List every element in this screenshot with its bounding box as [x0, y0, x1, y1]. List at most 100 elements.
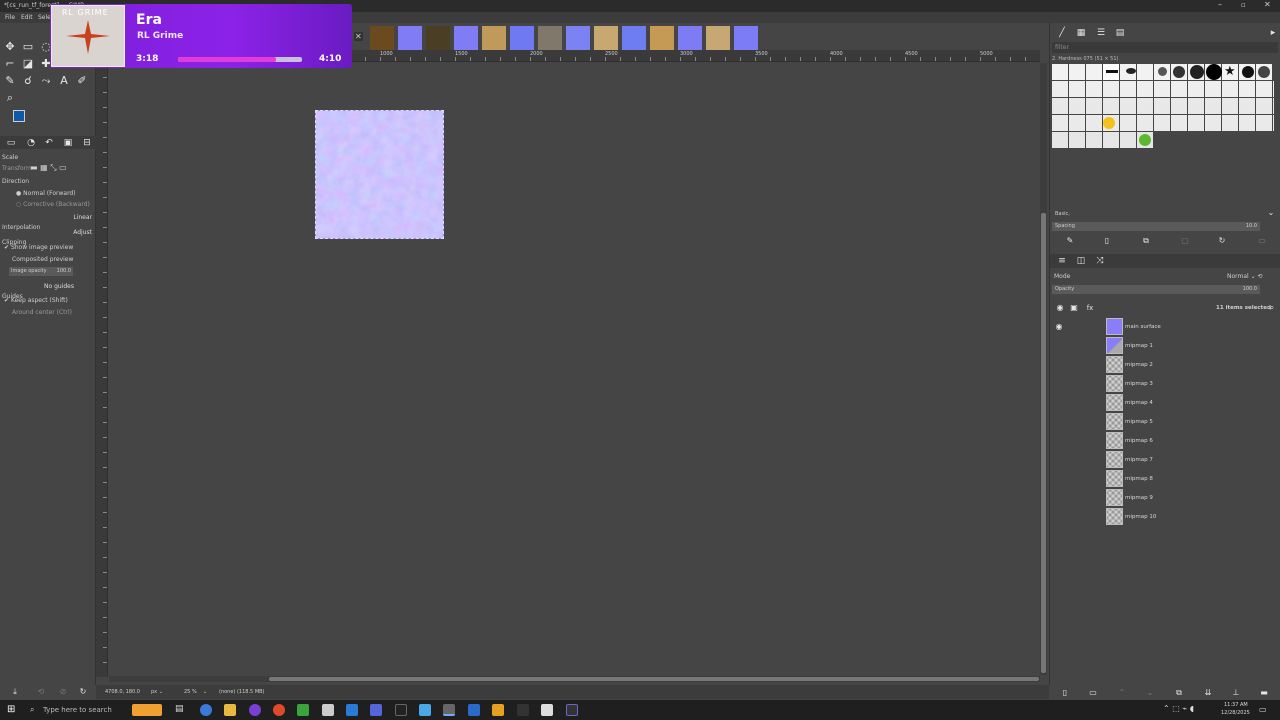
canvas-area[interactable] [109, 63, 1039, 675]
foreground-color-swatch[interactable] [13, 110, 25, 122]
chevron-down-icon[interactable]: ⌄ [1264, 206, 1278, 220]
restore-options-icon[interactable]: ⟲ [34, 685, 48, 699]
app-icon[interactable] [541, 704, 553, 716]
duplicate-brush-icon[interactable]: ⧉ [1139, 234, 1153, 248]
eye-icon[interactable]: ◉ [1053, 301, 1067, 315]
anchor-icon[interactable]: ⊥ [1229, 686, 1243, 700]
move-tool-icon[interactable]: ✥ [3, 40, 17, 54]
edit-brush-icon[interactable]: ✎ [1063, 234, 1077, 248]
image-tab-thumb[interactable] [482, 26, 506, 50]
app-icon[interactable] [395, 704, 407, 716]
keep-aspect-checkbox[interactable]: ✔ Keep aspect (Shift) [4, 297, 68, 304]
weather-widget-icon[interactable] [132, 704, 162, 716]
layer-row[interactable]: mipmap 2 [1052, 355, 1278, 374]
app-icon[interactable] [468, 704, 480, 716]
vertical-scroll-thumb[interactable] [1041, 213, 1046, 673]
zoom-dropdown[interactable]: 25 % ⌄ [184, 689, 207, 695]
images-tab-icon[interactable]: ▣ [61, 136, 75, 150]
layer-row[interactable]: main surface [1052, 317, 1278, 336]
mode-dropdown[interactable]: Normal ⌄ ⟲ [1227, 273, 1263, 280]
smudge-icon[interactable]: ☌ [21, 74, 35, 88]
unit-dropdown[interactable]: px ⌄ [151, 689, 163, 695]
delete-options-icon[interactable]: ⊘ [56, 685, 70, 699]
image-tab-thumb[interactable] [566, 26, 590, 50]
paths-tab-icon[interactable]: ⤨ [1093, 254, 1107, 268]
around-center-checkbox[interactable]: Around center (Ctrl) [12, 309, 72, 316]
crop-icon[interactable]: ⌐ [3, 57, 17, 71]
image-tab-thumb[interactable] [734, 26, 758, 50]
composited-preview-checkbox[interactable]: Composited preview [12, 256, 73, 263]
image-tab-thumb[interactable] [538, 26, 562, 50]
app-icon[interactable] [419, 704, 431, 716]
image-tab-thumb[interactable] [594, 26, 618, 50]
task-view-icon[interactable]: ▤ [175, 704, 187, 716]
search-icon[interactable]: ⌕ [1265, 301, 1279, 315]
delete-brush-icon[interactable]: ▢ [1178, 234, 1192, 248]
image-tab-thumb[interactable] [510, 26, 534, 50]
refresh-brushes-icon[interactable]: ↻ [1215, 234, 1229, 248]
image-tab-thumb[interactable] [678, 26, 702, 50]
merge-layer-icon[interactable]: ⇊ [1201, 686, 1215, 700]
clone-icon[interactable]: ✎ [3, 74, 17, 88]
new-layer-icon[interactable]: ▯ [1058, 686, 1072, 700]
brush-filter-input[interactable]: filter [1052, 42, 1278, 53]
file-explorer-icon[interactable] [224, 704, 236, 716]
menu-edit[interactable]: Edit [21, 14, 33, 21]
image-tab-thumb[interactable] [398, 26, 422, 50]
chrome-icon[interactable] [273, 704, 285, 716]
patterns-tab-icon[interactable]: ▦ [1074, 26, 1088, 40]
configure-tab-icon[interactable]: ⊟ [80, 136, 94, 150]
layer-row[interactable]: mipmap 1 [1052, 336, 1278, 355]
lower-layer-icon[interactable]: ⌄ [1143, 686, 1157, 700]
layer-row[interactable]: mipmap 10 [1052, 507, 1278, 526]
layer-row[interactable]: mipmap 8 [1052, 469, 1278, 488]
tray-icons[interactable]: ⌃ ⬚ ⌁ ◖ [1163, 704, 1194, 713]
duplicate-layer-icon[interactable]: ⧉ [1172, 686, 1186, 700]
save-options-icon[interactable]: ⤓ [8, 685, 22, 699]
image-tab-thumb[interactable] [426, 26, 450, 50]
open-brush-icon[interactable]: ▭ [1255, 234, 1269, 248]
undo-tab-icon[interactable]: ↶ [42, 136, 56, 150]
image-tab-thumb[interactable] [370, 26, 394, 50]
fonts-tab-icon[interactable]: ☰ [1094, 26, 1108, 40]
horizontal-scrollbar[interactable] [109, 676, 1040, 682]
app-icon[interactable] [517, 704, 529, 716]
image-tab-thumb[interactable] [622, 26, 646, 50]
app-icon[interactable] [322, 704, 334, 716]
layer-row[interactable]: mipmap 6 [1052, 431, 1278, 450]
progress-track[interactable] [178, 57, 302, 62]
spacing-slider[interactable]: Spacing 10.0 [1052, 222, 1260, 231]
clipping-value[interactable]: Adjust [73, 229, 92, 236]
brush-grid[interactable]: ★ [1052, 64, 1274, 152]
browser-icon[interactable] [200, 704, 212, 716]
delete-layer-icon[interactable]: ▬ [1257, 686, 1271, 700]
windows-start-icon[interactable]: ⊞ [7, 704, 15, 715]
transform-mode-icons[interactable]: ▬ ▦ ⤡ ▭ [30, 163, 67, 173]
channels-tab-icon[interactable]: ◫ [1074, 254, 1088, 268]
vertical-scrollbar[interactable] [1040, 63, 1047, 675]
guides-row[interactable]: Guides No guides [2, 283, 94, 300]
app-icon[interactable] [492, 704, 504, 716]
radio-corrective[interactable]: ○ Corrective (Backward) [16, 201, 90, 208]
eyedropper-icon[interactable]: ✐ [75, 74, 89, 88]
app-icon[interactable] [249, 704, 261, 716]
image-opacity-slider[interactable]: Image opacity 100.0 [9, 267, 73, 276]
fx-icon[interactable]: fx [1083, 301, 1097, 315]
interpolation-value[interactable]: Linear [73, 214, 92, 221]
radio-normal[interactable]: ● Normal (Forward) [16, 190, 76, 197]
image-tab-thumb[interactable] [650, 26, 674, 50]
maximize-icon[interactable]: ▫ [1241, 1, 1246, 9]
app-icon[interactable] [566, 704, 578, 716]
search-icon[interactable]: ⌕ [30, 705, 34, 715]
close-media-icon[interactable]: ✕ [354, 32, 363, 41]
zoom-icon[interactable]: ⌕ [3, 91, 17, 105]
layer-row[interactable]: mipmap 5 [1052, 412, 1278, 431]
layers-tab-icon[interactable]: ≡ [1055, 254, 1069, 268]
new-group-icon[interactable]: ▭ [1086, 686, 1100, 700]
paths-icon[interactable]: ⤳ [39, 74, 53, 88]
horizontal-scroll-thumb[interactable] [269, 677, 1039, 681]
lock-icon[interactable]: ▣ [1067, 301, 1081, 315]
text-tool-icon[interactable]: A [57, 74, 71, 88]
device-tab-icon[interactable]: ◔ [24, 136, 38, 150]
layer-row[interactable]: mipmap 9 [1052, 488, 1278, 507]
